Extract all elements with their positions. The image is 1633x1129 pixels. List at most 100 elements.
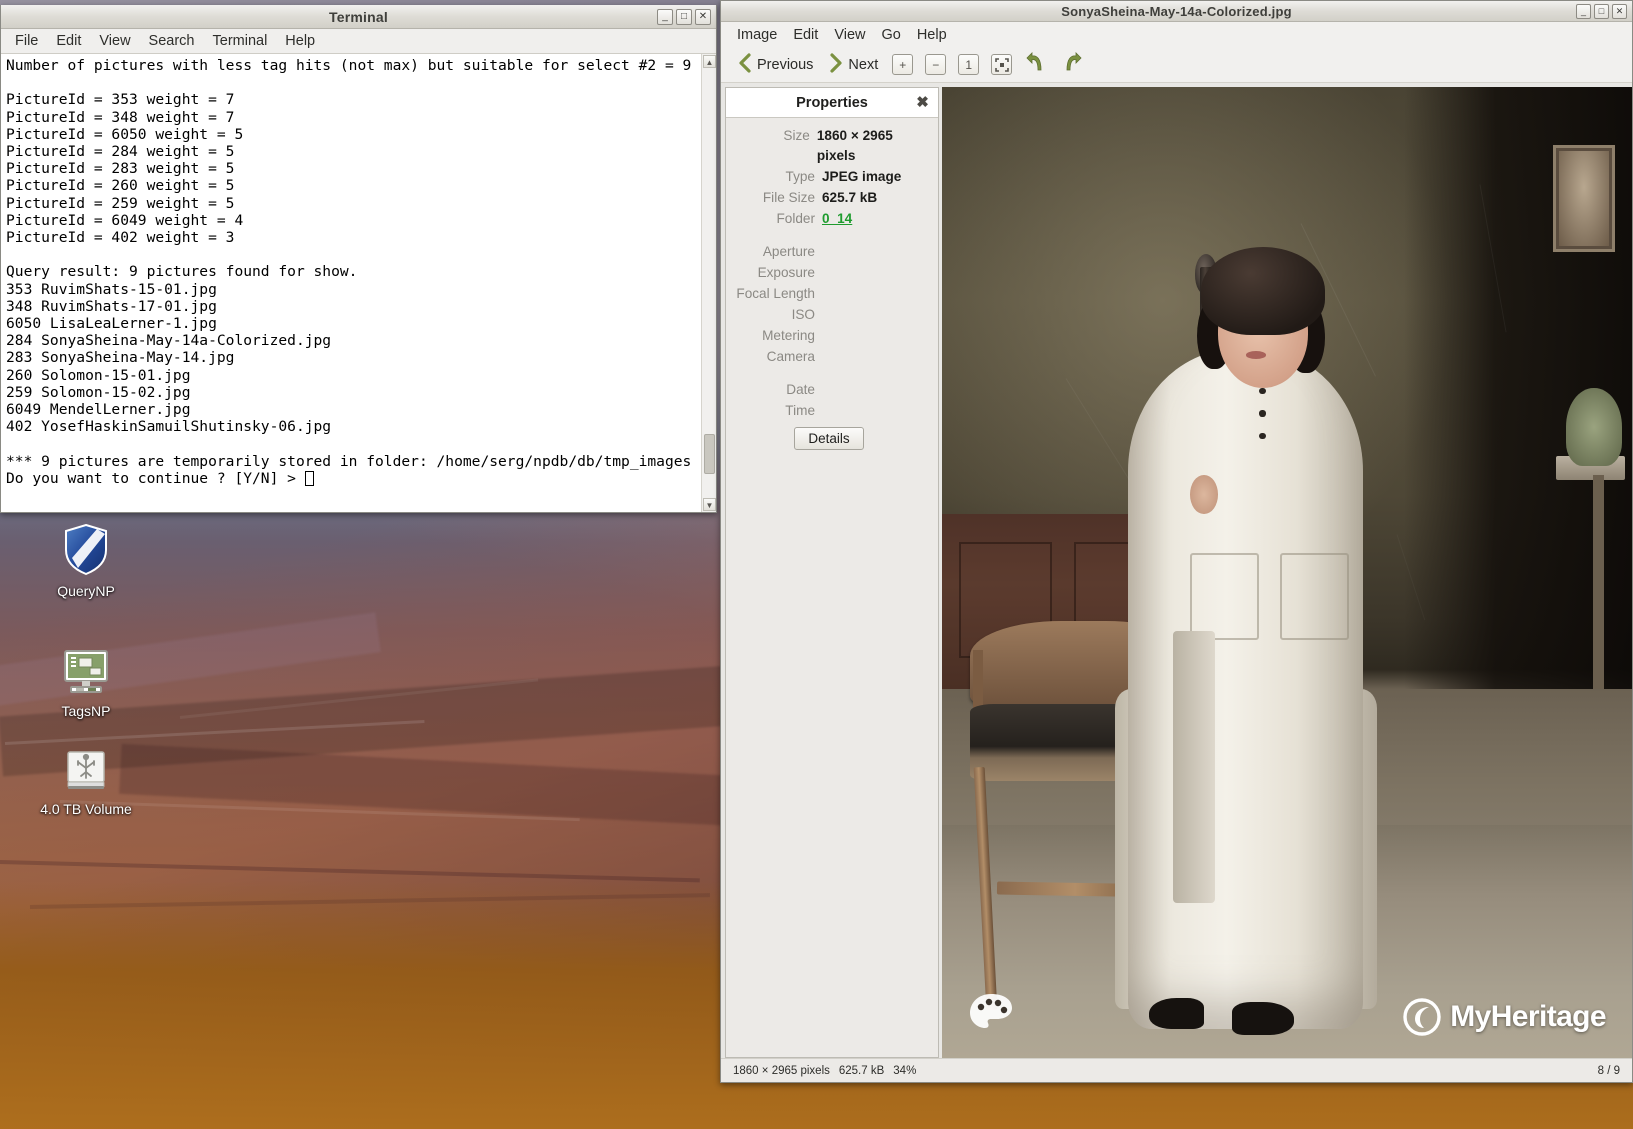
- shield-icon: [26, 523, 146, 581]
- status-dimensions: 1860 × 2965 pixels: [733, 1064, 830, 1077]
- zoom-out-button[interactable]: −: [920, 51, 951, 78]
- minimize-button[interactable]: _: [657, 9, 673, 25]
- close-button[interactable]: ✕: [695, 9, 711, 25]
- desktop-icon-label: QueryNP: [57, 583, 115, 599]
- property-label: Metering: [762, 328, 815, 343]
- palette-icon: [968, 992, 1014, 1032]
- rotate-right-button[interactable]: [1055, 48, 1089, 82]
- photo-shoe: [1231, 1001, 1294, 1035]
- property-row: Date: [730, 380, 928, 400]
- monitor-icon: [26, 648, 146, 701]
- property-label: Date: [786, 382, 815, 397]
- terminal-menubar: File Edit View Search Terminal Help: [1, 29, 716, 54]
- photo-plant: [1566, 388, 1622, 466]
- property-label: Exposure: [757, 265, 815, 280]
- terminal-scrollbar[interactable]: ▲ ▼: [701, 54, 716, 512]
- menu-edit[interactable]: Edit: [785, 24, 826, 46]
- desktop-icon-label: 4.0 TB Volume: [40, 801, 132, 817]
- maximize-button[interactable]: □: [676, 9, 692, 25]
- terminal-prompt: Do you want to continue ? [Y/N] >: [6, 469, 305, 487]
- photo-framed-picture: [1552, 145, 1615, 253]
- image-display-area[interactable]: MyHeritage: [942, 87, 1632, 1058]
- properties-title: Properties: [796, 94, 868, 111]
- viewer-menubar: Image Edit View Go Help: [721, 22, 1632, 47]
- best-fit-button[interactable]: [986, 51, 1017, 78]
- property-row: Camera: [730, 347, 928, 367]
- maximize-button[interactable]: □: [1594, 4, 1609, 19]
- myheritage-label: MyHeritage: [1450, 1000, 1606, 1033]
- scroll-down-arrow[interactable]: ▼: [703, 498, 716, 511]
- desktop-icon-tagsnp[interactable]: TagsNP: [26, 648, 146, 719]
- drive-icon: [26, 748, 146, 799]
- property-row: Focal Length: [730, 284, 928, 304]
- property-row: ISO: [730, 305, 928, 325]
- menu-file[interactable]: File: [7, 30, 46, 52]
- photo-lips: [1245, 351, 1267, 359]
- menu-go[interactable]: Go: [873, 24, 908, 46]
- normal-size-button[interactable]: 1: [953, 51, 984, 78]
- property-row: Time: [730, 401, 928, 421]
- rotate-left-button[interactable]: [1019, 48, 1053, 82]
- one-to-one-icon: 1: [958, 54, 980, 75]
- menu-help[interactable]: Help: [909, 24, 955, 46]
- property-row: Type JPEG image: [730, 167, 928, 187]
- minimize-button[interactable]: _: [1576, 4, 1591, 19]
- scrollbar-thumb[interactable]: [704, 434, 715, 474]
- best-fit-icon: [991, 54, 1013, 75]
- property-label: Folder: [776, 211, 815, 226]
- property-label: Focal Length: [736, 286, 815, 301]
- folder-link[interactable]: 0_14: [822, 209, 852, 229]
- scroll-up-arrow[interactable]: ▲: [703, 55, 716, 68]
- previous-label: Previous: [757, 56, 814, 73]
- status-filesize: 625.7 kB: [838, 1064, 885, 1077]
- property-row: Metering: [730, 326, 928, 346]
- property-row: Size 1860 × 2965 pixels: [730, 126, 928, 166]
- menu-image[interactable]: Image: [729, 24, 785, 46]
- terminal-body[interactable]: Number of pictures with less tag hits (n…: [1, 54, 716, 512]
- photo-hand: [1190, 475, 1218, 515]
- photo-button: [1259, 388, 1266, 395]
- photo-button: [1259, 432, 1266, 439]
- photo-table-leg: [1593, 475, 1605, 689]
- properties-panel: Properties ✖ Size 1860 × 2965 pixels Typ…: [725, 87, 939, 1058]
- desktop-icon-label: TagsNP: [61, 703, 111, 719]
- rotate-counterclockwise-icon: [1024, 51, 1048, 79]
- details-button[interactable]: Details: [794, 427, 864, 450]
- properties-body: Size 1860 × 2965 pixels Type JPEG image …: [726, 118, 938, 450]
- zoom-in-button[interactable]: +: [887, 51, 918, 78]
- property-label: Camera: [766, 349, 815, 364]
- property-row: Aperture: [730, 242, 928, 262]
- property-row: File Size 625.7 kB: [730, 188, 928, 208]
- terminal-window: Terminal _ □ ✕ File Edit View Search Ter…: [0, 5, 717, 513]
- desktop-icon-querynp[interactable]: QueryNP: [26, 523, 146, 599]
- close-button[interactable]: ✕: [1612, 4, 1627, 19]
- property-row: Folder 0_14: [730, 209, 928, 229]
- previous-button[interactable]: Previous: [731, 50, 820, 80]
- menu-edit[interactable]: Edit: [48, 30, 89, 52]
- menu-view[interactable]: View: [91, 30, 138, 52]
- property-label: Type: [785, 169, 815, 184]
- terminal-title: Terminal: [329, 8, 388, 25]
- desktop-icon-volume[interactable]: 4.0 TB Volume: [26, 748, 146, 817]
- myheritage-watermark: MyHeritage: [1403, 998, 1607, 1036]
- menu-search[interactable]: Search: [141, 30, 203, 52]
- photo-shoe: [1149, 997, 1205, 1029]
- viewer-titlebar[interactable]: SonyaSheina-May-14a-Colorized.jpg _ □ ✕: [721, 1, 1632, 22]
- menu-terminal[interactable]: Terminal: [205, 30, 276, 52]
- status-zoom: 34%: [893, 1064, 917, 1077]
- menu-help[interactable]: Help: [277, 30, 323, 52]
- property-label: ISO: [791, 307, 815, 322]
- property-row: Exposure: [730, 263, 928, 283]
- close-icon[interactable]: ✖: [915, 95, 930, 110]
- photo-coat: [1128, 349, 1363, 1029]
- terminal-titlebar[interactable]: Terminal _ □ ✕: [1, 5, 716, 29]
- rotate-clockwise-icon: [1060, 51, 1084, 79]
- photo-hat: [1200, 247, 1325, 335]
- terminal-output-area[interactable]: Number of pictures with less tag hits (n…: [1, 54, 701, 512]
- status-position: 8 / 9: [1597, 1064, 1620, 1077]
- menu-view[interactable]: View: [826, 24, 873, 46]
- next-button[interactable]: Next: [822, 50, 885, 80]
- next-label: Next: [848, 56, 879, 73]
- property-value: 625.7 kB: [822, 190, 878, 205]
- chevron-left-icon: [738, 52, 752, 77]
